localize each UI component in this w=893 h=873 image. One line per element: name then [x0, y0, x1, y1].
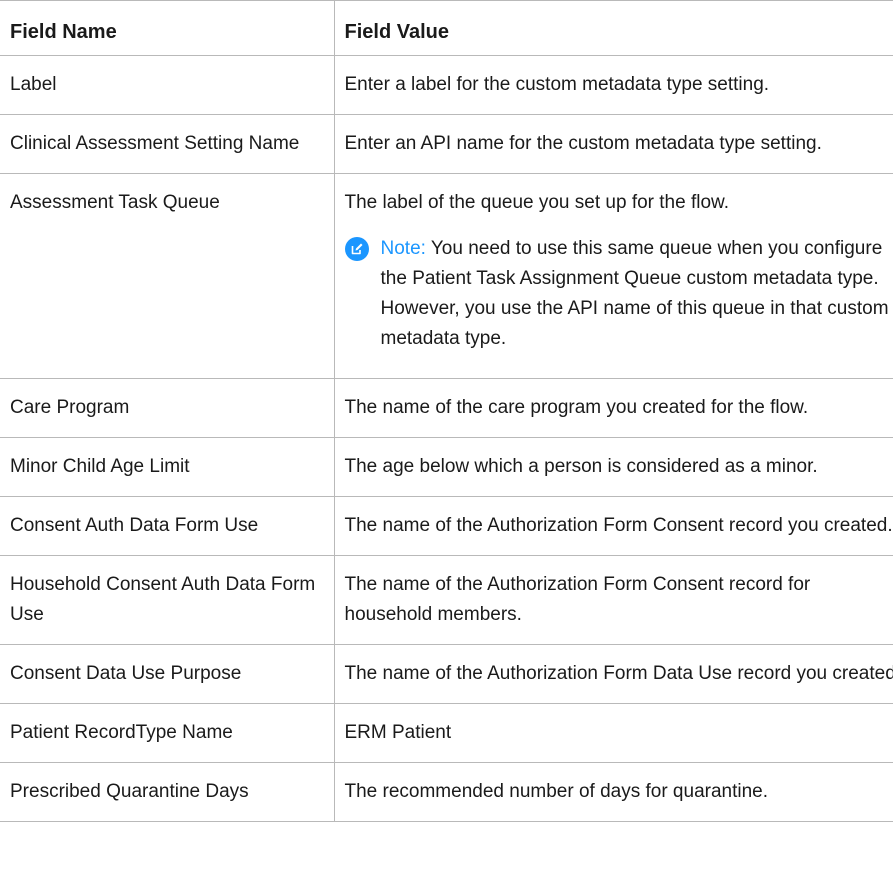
table-header-row: Field Name Field Value	[0, 0, 893, 56]
field-value-cell: Enter a label for the custom metadata ty…	[333, 55, 893, 115]
field-value-cell: The age below which a person is consider…	[333, 437, 893, 497]
field-name-cell: Care Program	[0, 378, 334, 438]
note-text: You need to use this same queue when you…	[380, 238, 889, 349]
field-value-cell: The name of the Authorization Form Conse…	[333, 496, 893, 556]
edit-note-icon	[344, 237, 369, 261]
field-value-cell: The label of the queue you set up for th…	[333, 173, 893, 379]
field-value-cell: Enter an API name for the custom metadat…	[333, 114, 893, 174]
note-label: Note:	[380, 238, 426, 259]
header-field-value: Field Value	[333, 0, 893, 56]
header-field-name: Field Name	[0, 0, 334, 56]
table-row: Prescribed Quarantine Days The recommend…	[0, 762, 893, 822]
field-name-cell: Prescribed Quarantine Days	[0, 762, 334, 822]
field-name-cell: Label	[0, 55, 334, 115]
table-row: Household Consent Auth Data Form Use The…	[0, 555, 893, 645]
field-value-text: The label of the queue you set up for th…	[344, 192, 729, 213]
field-name-cell: Minor Child Age Limit	[0, 437, 334, 497]
field-name-cell: Clinical Assessment Setting Name	[0, 114, 334, 174]
field-value-cell: ERM Patient	[333, 703, 893, 763]
table-row: Assessment Task Queue The label of the q…	[0, 173, 893, 379]
field-value-cell: The recommended number of days for quara…	[333, 762, 893, 822]
table-row: Consent Auth Data Form Use The name of t…	[0, 496, 893, 556]
table-row: Care Program The name of the care progra…	[0, 378, 893, 438]
field-table: Field Name Field Value Label Enter a lab…	[0, 0, 893, 822]
field-value-cell: The name of the Authorization Form Conse…	[333, 555, 893, 645]
field-name-cell: Consent Auth Data Form Use	[0, 496, 334, 556]
field-name-cell: Household Consent Auth Data Form Use	[0, 555, 334, 645]
table-row: Consent Data Use Purpose The name of the…	[0, 644, 893, 704]
note-callout: Note: You need to use this same queue wh…	[344, 234, 893, 354]
field-value-cell: The name of the care program you created…	[333, 378, 893, 438]
field-name-cell: Consent Data Use Purpose	[0, 644, 334, 704]
note-body: Note: You need to use this same queue wh…	[381, 234, 893, 354]
field-name-cell: Assessment Task Queue	[0, 173, 334, 379]
table-row: Label Enter a label for the custom metad…	[0, 55, 893, 115]
table-row: Clinical Assessment Setting Name Enter a…	[0, 114, 893, 174]
table-row: Minor Child Age Limit The age below whic…	[0, 437, 893, 497]
field-value-cell: The name of the Authorization Form Data …	[333, 644, 893, 704]
field-name-cell: Patient RecordType Name	[0, 703, 334, 763]
table-row: Patient RecordType Name ERM Patient	[0, 703, 893, 763]
